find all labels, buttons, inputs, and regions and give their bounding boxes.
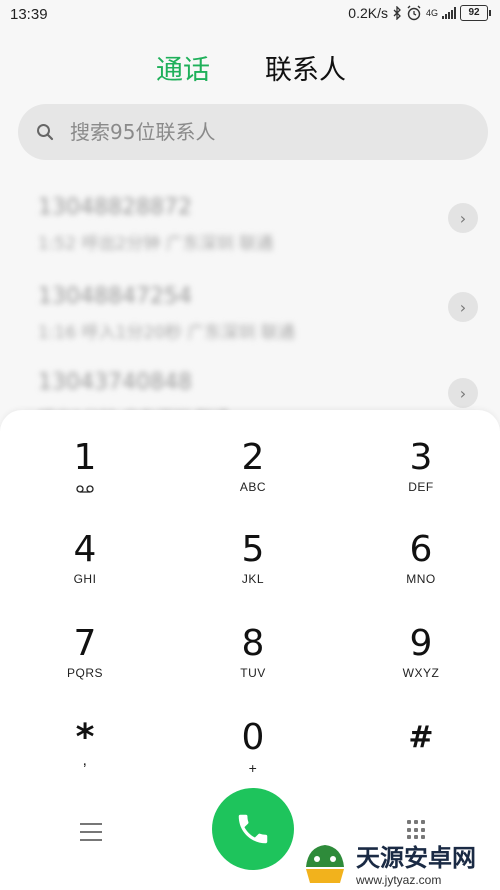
- key-hash[interactable]: #: [361, 718, 481, 758]
- tab-bar: 通话 联系人: [0, 48, 500, 88]
- key-5[interactable]: 5 JKL: [193, 529, 313, 587]
- status-bar: 13:39 0.2K/s 4G 92: [0, 0, 500, 30]
- key-digit: 6: [409, 529, 433, 570]
- recent-detail: 1:16 呼入1分20秒 广东深圳 联通: [38, 323, 295, 343]
- network-type: 4G: [425, 8, 438, 18]
- key-8[interactable]: 8 TUV: [193, 623, 313, 681]
- recent-call-item[interactable]: 13048828872 1:52 呼出2分钟 广东深圳 联通 ›: [38, 195, 478, 265]
- key-letters: ABC: [239, 480, 267, 494]
- key-letters: +: [248, 760, 258, 776]
- recent-number: 13048828872: [38, 195, 192, 220]
- key-letters: JKL: [241, 572, 265, 586]
- key-digit: #: [408, 720, 434, 755]
- key-letters: PQRS: [66, 666, 103, 680]
- key-7[interactable]: 7 PQRS: [25, 623, 145, 681]
- android-logo-icon: [306, 845, 344, 883]
- dialpad: 1 2 ABC 3 DEF 4 GHI 5 JKL 6 MNO 7 PQRS 8…: [0, 410, 500, 890]
- battery-icon: 92: [460, 5, 491, 21]
- call-button[interactable]: [212, 788, 294, 870]
- key-letters: MNO: [406, 572, 436, 586]
- key-digit: 4: [73, 529, 97, 570]
- key-9[interactable]: 9 WXYZ: [361, 623, 481, 681]
- tab-calls[interactable]: 通话: [156, 48, 210, 87]
- key-letters: TUV: [240, 666, 266, 680]
- recent-detail: 1:52 呼出2分钟 广东深圳 联通: [38, 234, 274, 254]
- recent-call-item[interactable]: 13048847254 1:16 呼入1分20秒 广东深圳 联通 ›: [38, 284, 478, 354]
- chevron-right-icon[interactable]: ›: [448, 292, 478, 322]
- signal-icon: [442, 7, 456, 19]
- watermark: 天源安卓网 www.jytyaz.com: [300, 834, 500, 890]
- chevron-right-icon[interactable]: ›: [448, 378, 478, 408]
- key-digit: 1: [73, 437, 97, 478]
- search-icon: [37, 124, 54, 141]
- key-1[interactable]: 1: [25, 438, 145, 497]
- key-3[interactable]: 3 DEF: [361, 437, 481, 495]
- key-digit: 8: [241, 623, 265, 664]
- status-icons: 0.2K/s 4G 92: [348, 5, 491, 21]
- key-digit: 2: [241, 437, 265, 478]
- key-digit: 7: [73, 623, 97, 664]
- tab-contacts[interactable]: 联系人: [265, 48, 346, 87]
- search-bar[interactable]: [18, 104, 488, 160]
- key-star[interactable]: * ,: [25, 718, 145, 770]
- key-0[interactable]: 0 +: [193, 717, 313, 777]
- status-time: 13:39: [10, 6, 48, 23]
- phone-icon: [238, 814, 268, 844]
- network-speed: 0.2K/s: [348, 5, 388, 21]
- search-input[interactable]: [68, 119, 452, 145]
- watermark-title: 天源安卓网: [356, 843, 476, 872]
- key-6[interactable]: 6 MNO: [361, 529, 481, 587]
- alarm-icon: [407, 5, 421, 21]
- key-digit: 0: [241, 717, 265, 758]
- key-letters: WXYZ: [402, 666, 440, 680]
- key-digit: 9: [409, 623, 433, 664]
- recent-number: 13043740848: [38, 370, 192, 395]
- bluetooth-icon: [393, 6, 401, 20]
- key-4[interactable]: 4 GHI: [25, 529, 145, 587]
- key-letters: GHI: [73, 572, 97, 586]
- key-digit: 3: [409, 437, 433, 478]
- key-letters: DEF: [408, 480, 434, 494]
- recent-number: 13048847254: [38, 284, 192, 309]
- menu-icon[interactable]: [80, 823, 102, 841]
- key-digit: 5: [241, 529, 265, 570]
- chevron-right-icon[interactable]: ›: [448, 203, 478, 233]
- voicemail-icon: [76, 485, 94, 493]
- key-letters: ,: [82, 752, 88, 769]
- key-2[interactable]: 2 ABC: [193, 437, 313, 495]
- watermark-url: www.jytyaz.com: [356, 872, 442, 887]
